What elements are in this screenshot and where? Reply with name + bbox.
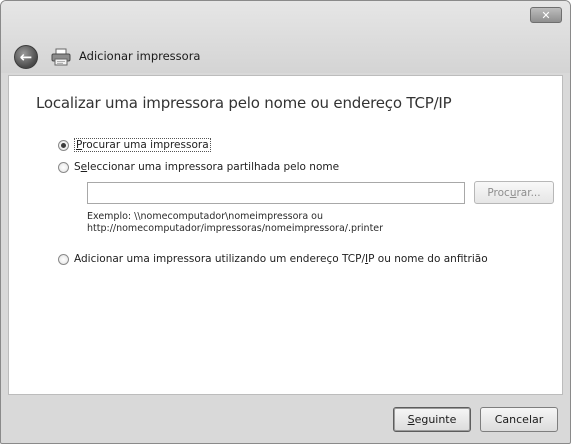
wizard-title: Adicionar impressora — [79, 49, 201, 63]
close-button[interactable]: ✕ — [530, 7, 562, 23]
radio-option-label: Procurar uma impressora — [74, 138, 211, 152]
example-hint-text: Exemplo: \\nomecomputador\nomeimpressora… — [87, 211, 383, 235]
page-heading: Localizar uma impressora pelo nome ou en… — [36, 94, 452, 112]
radio-option-label: Adicionar uma impressora utilizando um e… — [74, 253, 488, 265]
radio-button[interactable] — [58, 253, 69, 265]
browse-button[interactable]: Proc u rar... — [474, 181, 554, 204]
wizard-content-panel: Localizar uma impressora pelo nome ou en… — [8, 75, 563, 395]
back-button[interactable]: ← — [14, 45, 38, 69]
radio-option-shared-printer-by-name[interactable]: Seleccionar uma impressora partilhada pe… — [58, 161, 339, 173]
cancel-button[interactable]: Cancelar — [480, 407, 558, 432]
shared-printer-name-input[interactable] — [87, 182, 465, 204]
close-icon: ✕ — [541, 8, 551, 22]
radio-button-checked[interactable] — [58, 139, 69, 151]
radio-button[interactable] — [58, 161, 69, 173]
radio-option-browse-printer[interactable]: Procurar uma impressora — [58, 138, 211, 152]
back-arrow-icon: ← — [19, 47, 33, 66]
radio-option-label: Seleccionar uma impressora partilhada pe… — [74, 161, 340, 173]
example-line-1: Exemplo: \\nomecomputador\nomeimpressora… — [87, 211, 323, 222]
example-line-2: http://nomecomputador/impressoras/nomeim… — [87, 223, 384, 234]
radio-option-tcpip-address[interactable]: Adicionar uma impressora utilizando um e… — [58, 253, 488, 265]
printer-icon — [51, 48, 71, 66]
next-button[interactable]: Seguinte — [393, 407, 471, 432]
add-printer-window: ✕ ← Adicionar impressora Localizar uma i… — [0, 0, 571, 444]
